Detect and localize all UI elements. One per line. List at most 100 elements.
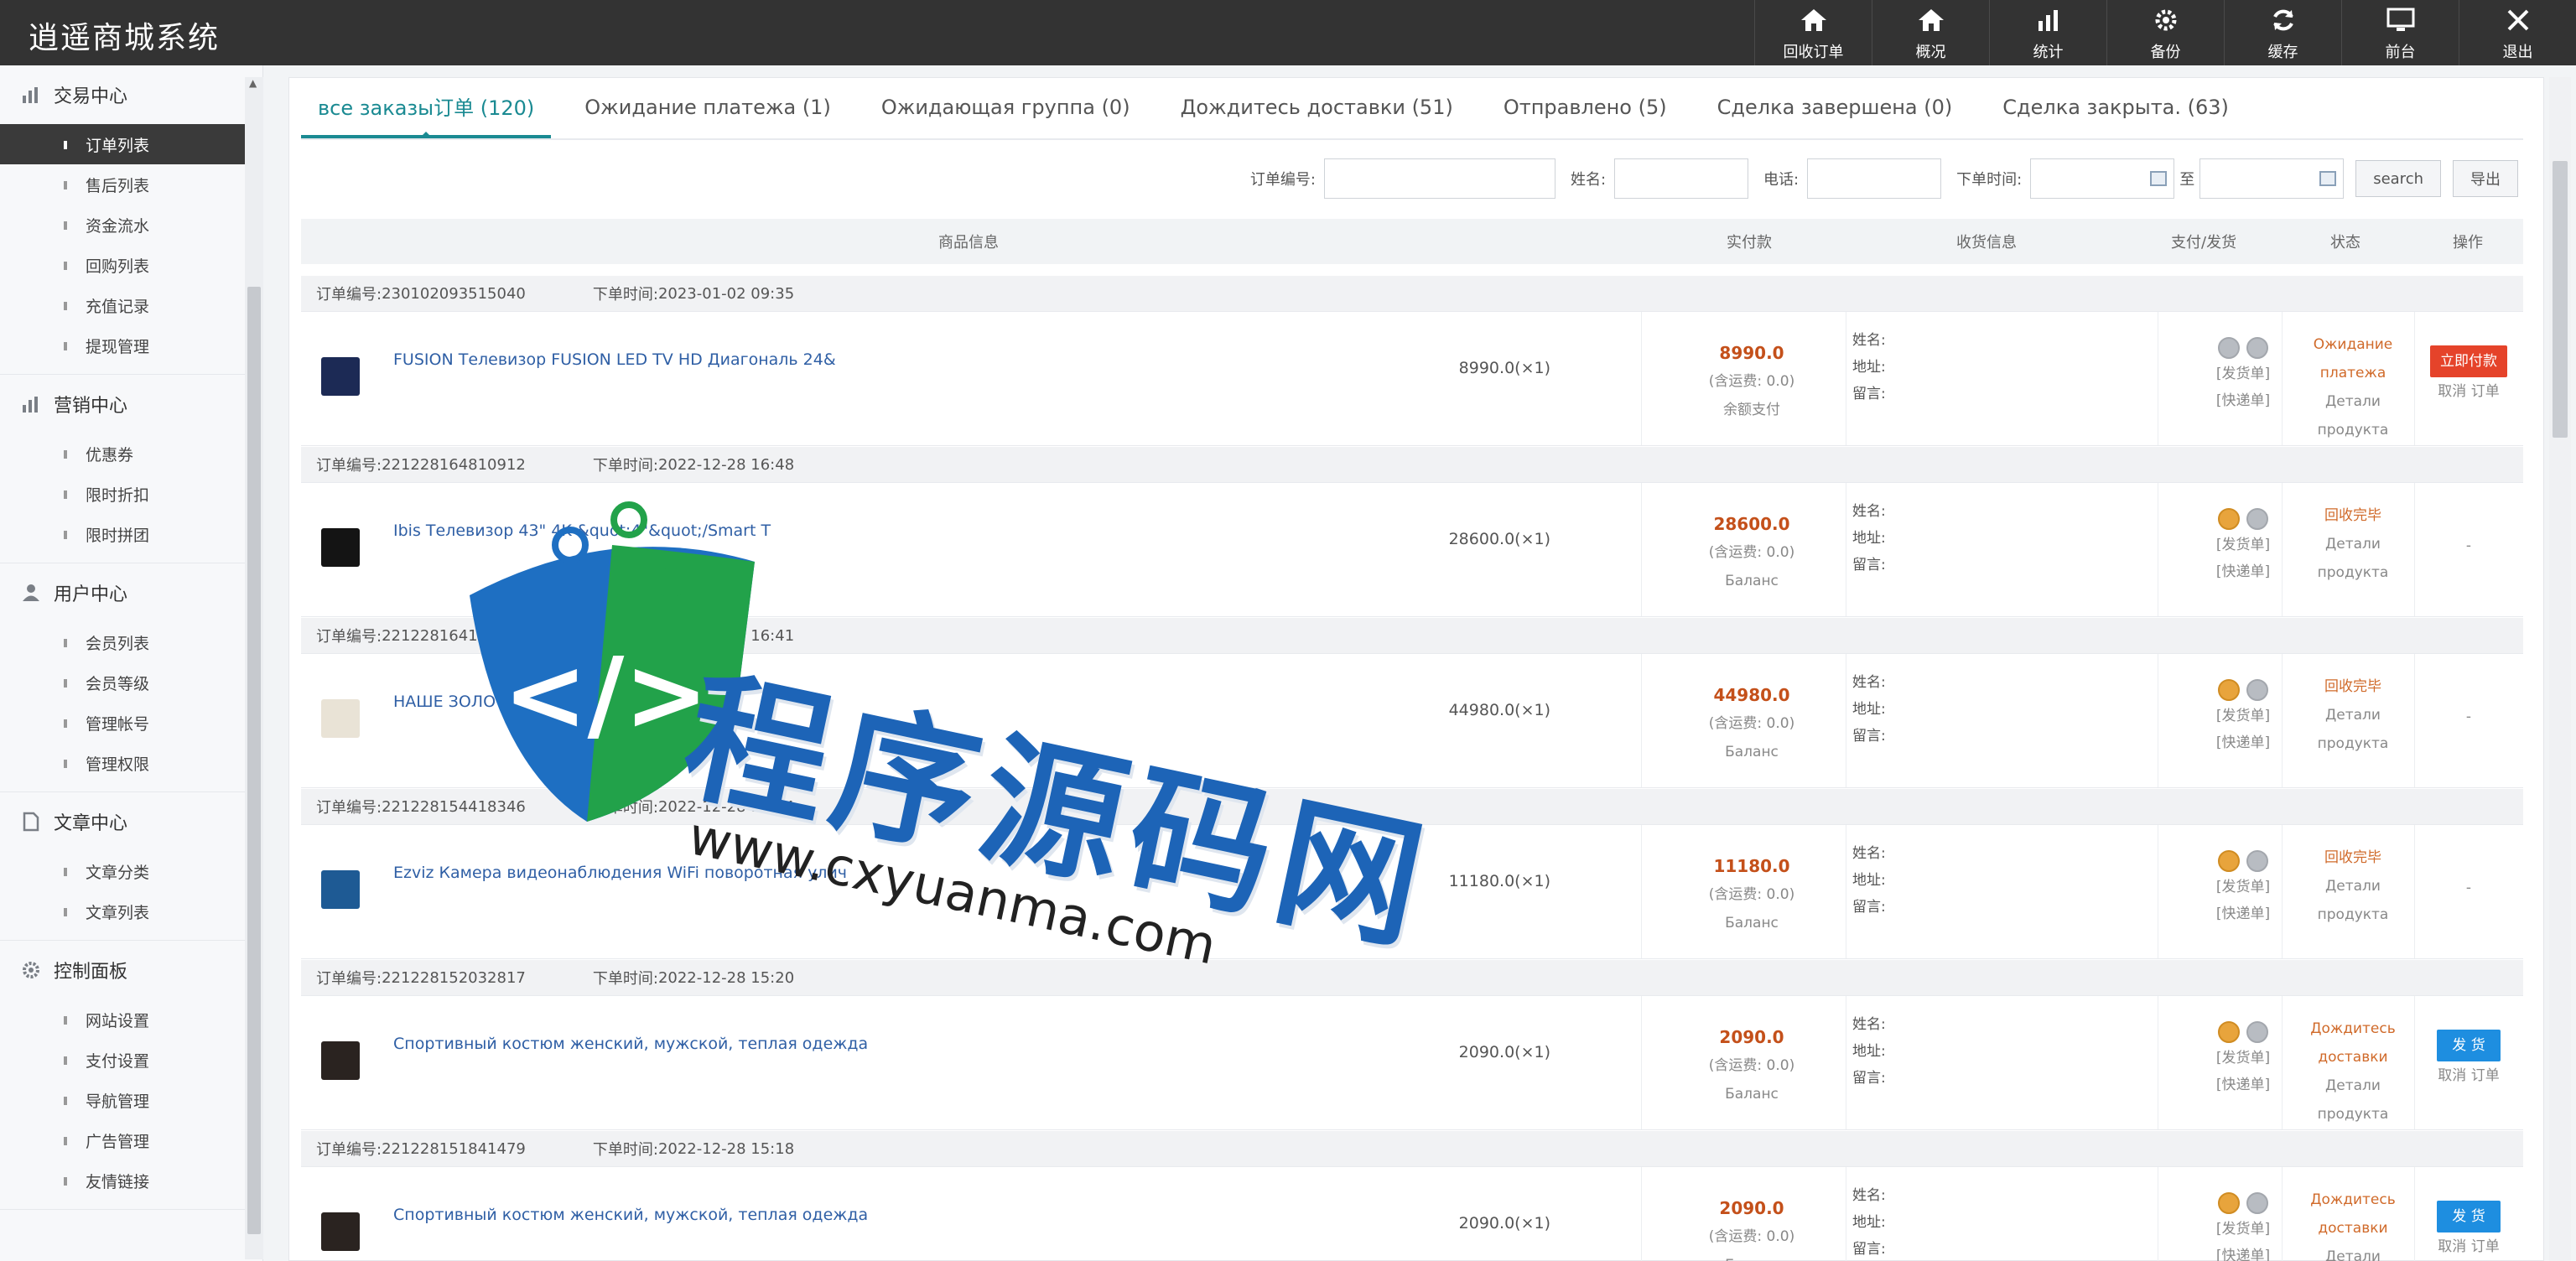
sidebar-item-0-4[interactable]: 充值记录 xyxy=(0,285,262,325)
top-action-1[interactable]: 概况 xyxy=(1872,0,1989,65)
search-button[interactable]: search xyxy=(2355,160,2441,197)
product-thumbnail[interactable] xyxy=(321,528,360,567)
tab-5[interactable]: Сделка завершена (0) xyxy=(1701,76,1970,138)
sidebar-item-4-2[interactable]: 导航管理 xyxy=(0,1080,262,1120)
export-button[interactable]: 导出 xyxy=(2453,160,2518,197)
refresh-icon[interactable] xyxy=(2267,3,2300,37)
product-thumbnail[interactable] xyxy=(321,870,360,909)
product-name-link[interactable]: НАШЕ ЗОЛОТО браслет xyxy=(393,693,1064,711)
sidebar-item-3-1[interactable]: 文章列表 xyxy=(0,891,262,931)
bar-chart-icon[interactable] xyxy=(2032,3,2065,37)
sidebar-section-title[interactable]: 控制面板 xyxy=(0,941,262,999)
order-no-input[interactable] xyxy=(1323,158,1555,199)
product-name-link[interactable]: Ezviz Камера видеонаблюдения WiFi поворо… xyxy=(393,864,1064,882)
sidebar-item-4-4[interactable]: 友情链接 xyxy=(0,1160,262,1201)
tab-3[interactable]: Дождитесь доставки (51) xyxy=(1164,76,1470,138)
detail-link[interactable]: продукта xyxy=(2282,900,2424,929)
product-name-link[interactable]: FUSION Телевизор FUSION LED TV HD Диагон… xyxy=(393,350,1064,369)
pay-method: Баланс xyxy=(1725,915,1779,931)
product-thumbnail[interactable] xyxy=(321,699,360,738)
sidebar-item-0-0[interactable]: 订单列表 xyxy=(0,124,246,164)
shipped-status-icon xyxy=(2246,508,2268,530)
sidebar-item-2-1[interactable]: 会员等级 xyxy=(0,662,262,703)
sidebar-item-0-3[interactable]: 回购列表 xyxy=(0,245,262,285)
top-action-0[interactable]: 回收订单 xyxy=(1754,0,1872,65)
receiver-field: 留言: xyxy=(1852,386,1886,402)
sidebar-section-title[interactable]: 交易中心 xyxy=(0,65,262,124)
detail-link[interactable]: Детали xyxy=(2282,530,2424,558)
sidebar-item-0-1[interactable]: 售后列表 xyxy=(0,164,262,205)
cancel-order-link[interactable]: 取消 订单 xyxy=(2414,1232,2523,1261)
detail-link[interactable]: Детали xyxy=(2282,701,2424,729)
detail-link[interactable]: Детали xyxy=(2282,1243,2424,1261)
close-icon[interactable] xyxy=(2501,3,2535,37)
sidebar-item-2-3[interactable]: 管理权限 xyxy=(0,743,262,783)
sidebar-scrollbar[interactable]: ▲ xyxy=(245,77,263,1259)
sidebar-item-1-2[interactable]: 限时拼团 xyxy=(0,514,262,554)
sidebar-scroll-thumb[interactable] xyxy=(247,287,261,1234)
cancel-order-link[interactable]: 取消 订单 xyxy=(2414,377,2523,406)
monitor-icon[interactable] xyxy=(2384,3,2418,37)
detail-link[interactable]: продукта xyxy=(2282,1100,2424,1129)
top-action-4[interactable]: 缓存 xyxy=(2224,0,2341,65)
paid-status-icon xyxy=(2218,1021,2240,1043)
sidebar-item-4-0[interactable]: 网站设置 xyxy=(0,999,262,1040)
sidebar-item-1-1[interactable]: 限时折扣 xyxy=(0,474,262,514)
product-name-link[interactable]: Ibis Телевизор 43" 4K &quot;4"&quot;/Sma… xyxy=(393,522,1064,540)
tab-1[interactable]: Ожидание платежа (1) xyxy=(568,76,848,138)
calendar-icon[interactable] xyxy=(2319,171,2337,186)
top-action-3[interactable]: 备份 xyxy=(2106,0,2224,65)
sidebar-item-4-1[interactable]: 支付设置 xyxy=(0,1040,262,1080)
ship-button[interactable]: 发 货 xyxy=(2437,1030,2501,1061)
sidebar-section-title[interactable]: 文章中心 xyxy=(0,792,262,851)
top-action-6[interactable]: 退出 xyxy=(2459,0,2576,65)
sidebar-section-title[interactable]: 营销中心 xyxy=(0,375,262,433)
order-time-label: 下单时间: xyxy=(592,799,658,817)
sidebar-section-title[interactable]: 用户中心 xyxy=(0,563,262,622)
sidebar-item-label: 友情链接 xyxy=(86,1172,150,1191)
main-scrollbar[interactable] xyxy=(2549,77,2571,1261)
cancel-order-link[interactable]: 取消 订单 xyxy=(2414,1061,2523,1090)
detail-link[interactable]: продукта xyxy=(2282,729,2424,758)
sidebar-item-2-0[interactable]: 会员列表 xyxy=(0,622,262,662)
sidebar-item-0-2[interactable]: 资金流水 xyxy=(0,205,262,245)
date-to-input[interactable] xyxy=(2199,158,2345,199)
tab-6[interactable]: Сделка закрыта. (63) xyxy=(1986,76,2246,138)
top-action-2[interactable]: 统计 xyxy=(1989,0,2106,65)
phone-input[interactable] xyxy=(1807,158,1942,199)
calendar-icon[interactable] xyxy=(2150,171,2168,186)
detail-link[interactable]: Детали xyxy=(2282,872,2424,900)
detail-link[interactable]: Детали xyxy=(2282,1072,2424,1100)
pay-now-button[interactable]: 立即付款 xyxy=(2430,345,2507,377)
detail-link[interactable]: продукта xyxy=(2282,558,2424,587)
product-name-link[interactable]: Спортивный костюм женский, мужской, тепл… xyxy=(393,1206,1064,1224)
home-icon[interactable] xyxy=(1797,3,1831,37)
receiver-field: 姓名: xyxy=(1852,503,1886,520)
sidebar-item-3-0[interactable]: 文章分类 xyxy=(0,851,262,891)
sidebar-item-4-3[interactable]: 广告管理 xyxy=(0,1120,262,1160)
tab-4[interactable]: Отправлено (5) xyxy=(1487,76,1684,138)
product-name-link[interactable]: Спортивный костюм женский, мужской, тепл… xyxy=(393,1035,1064,1053)
date-from-input[interactable] xyxy=(2030,158,2175,199)
tab-2[interactable]: Ожидающая группа (0) xyxy=(865,76,1147,138)
detail-link[interactable]: Детали xyxy=(2282,387,2424,416)
scroll-up-icon[interactable]: ▲ xyxy=(249,77,257,89)
sidebar-item-1-0[interactable]: 优惠券 xyxy=(0,433,262,474)
receiver-field: 姓名: xyxy=(1852,1016,1886,1033)
sidebar-item-0-5[interactable]: 提现管理 xyxy=(0,325,262,366)
ship-button[interactable]: 发 货 xyxy=(2437,1201,2501,1232)
name-input[interactable] xyxy=(1614,158,1749,199)
sidebar-item-2-2[interactable]: 管理帐号 xyxy=(0,703,262,743)
product-thumbnail[interactable] xyxy=(321,1212,360,1251)
gear-icon[interactable] xyxy=(2149,3,2183,37)
order-time: 2022-12-28 15:20 xyxy=(657,968,795,987)
sidebar-item-label: 文章列表 xyxy=(86,903,150,922)
detail-link[interactable]: продукта xyxy=(2282,416,2424,444)
order-time-label: 下单时间: xyxy=(592,457,658,475)
main-scroll-thumb[interactable] xyxy=(2553,161,2568,438)
home-icon[interactable] xyxy=(1914,3,1948,37)
product-thumbnail[interactable] xyxy=(321,1041,360,1080)
tab-0[interactable]: все заказы订单 (120) xyxy=(301,76,552,138)
product-thumbnail[interactable] xyxy=(321,357,360,396)
top-action-5[interactable]: 前台 xyxy=(2341,0,2459,65)
